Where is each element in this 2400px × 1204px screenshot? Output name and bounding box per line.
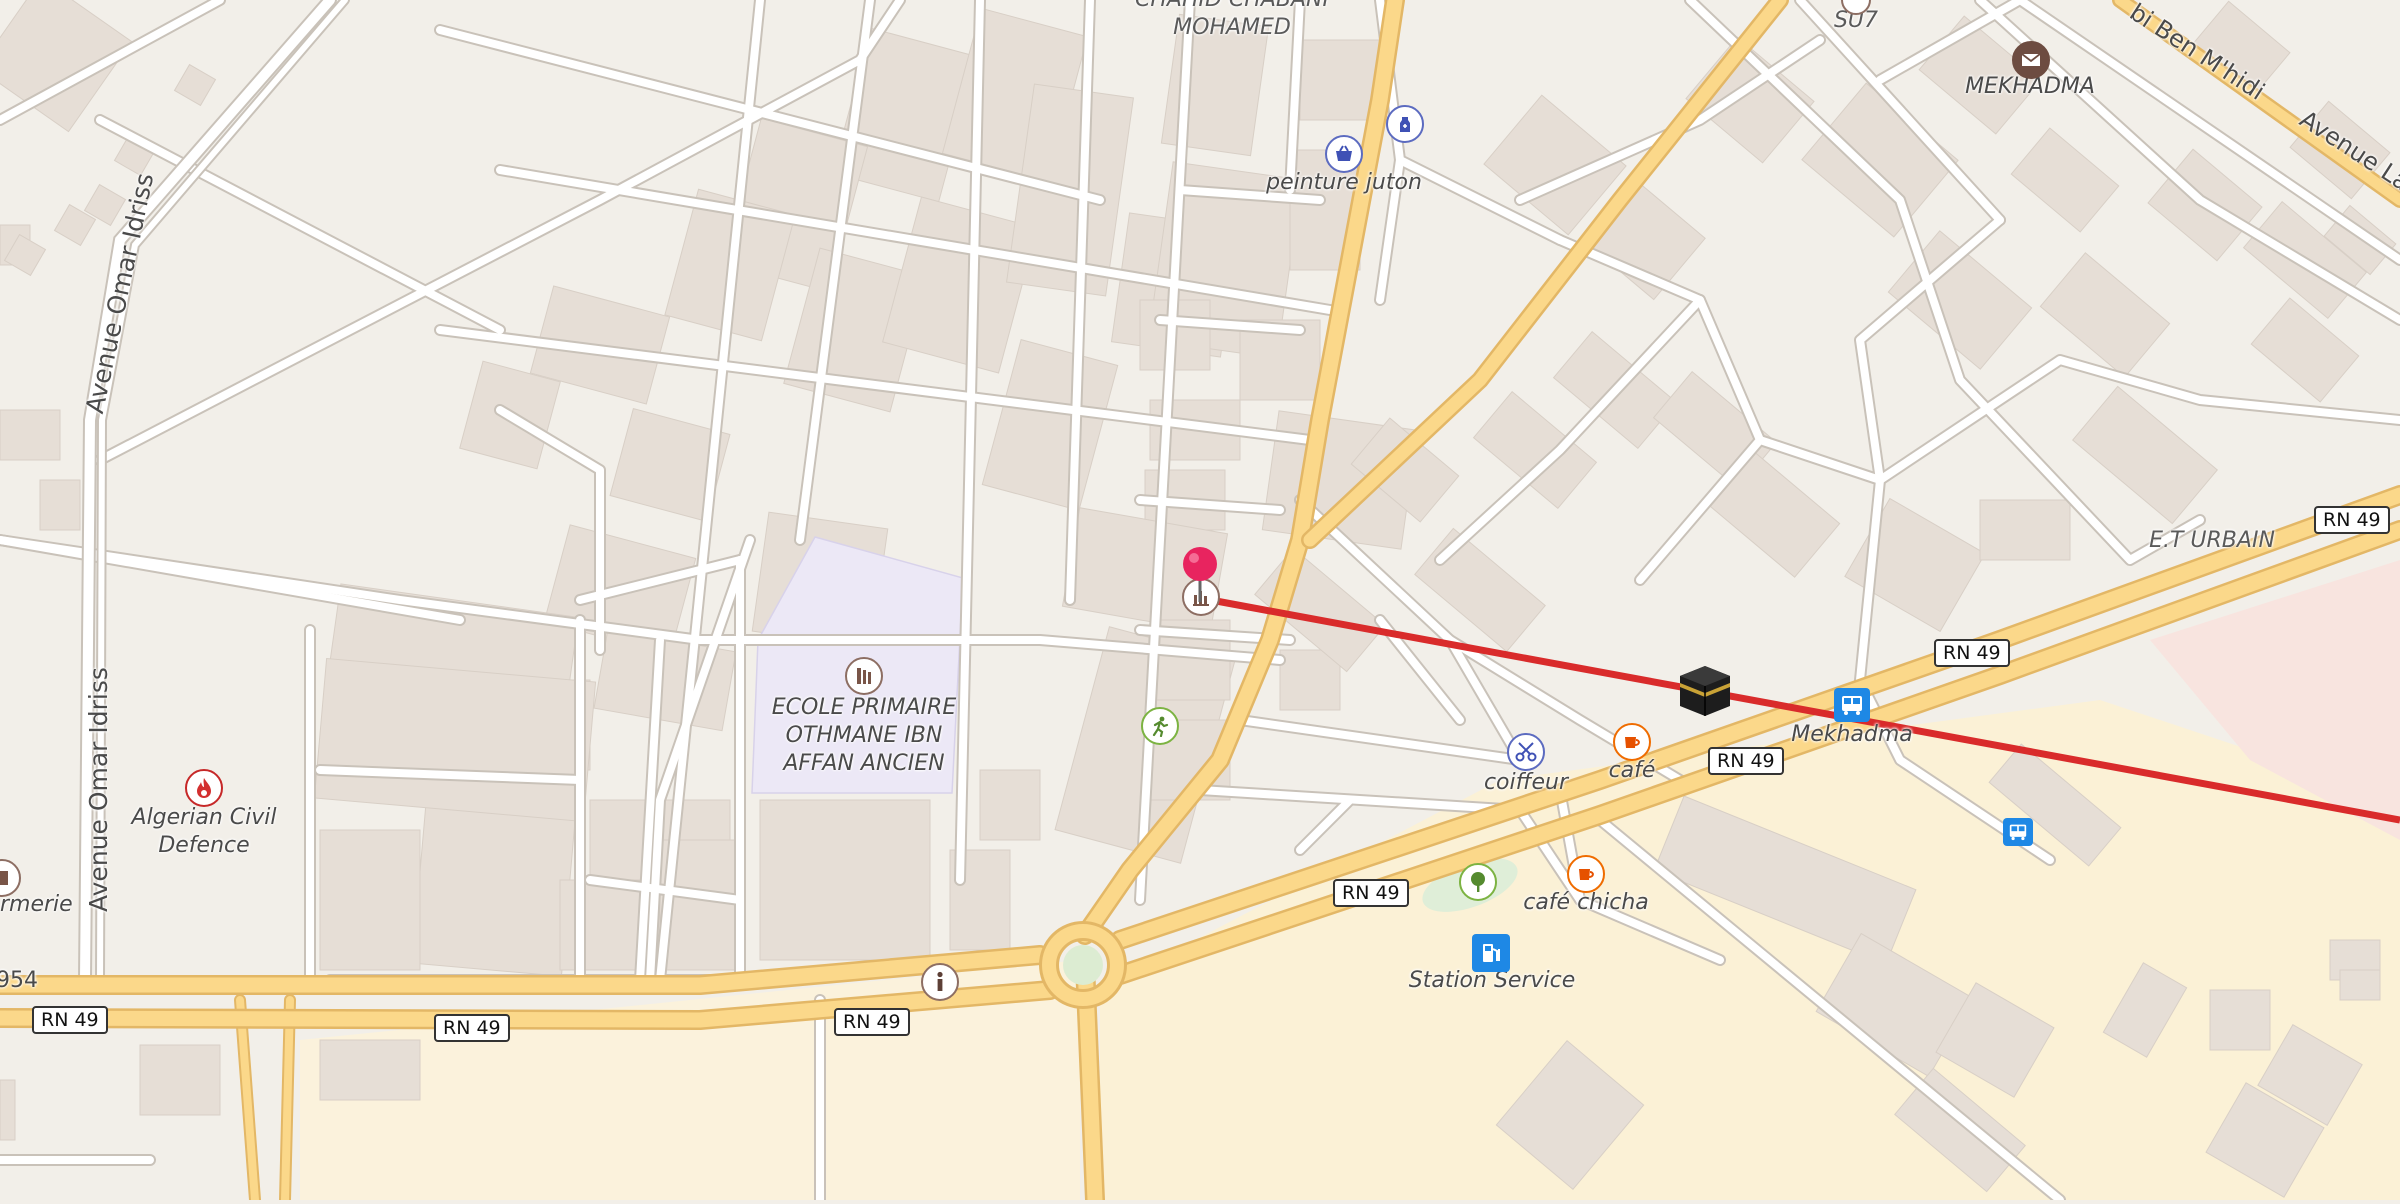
road-shield-rn49: RN 49 (434, 1014, 510, 1042)
road-shield-rn49: RN 49 (1708, 747, 1784, 775)
place-label-peinture-juton: peinture juton (1266, 170, 1422, 195)
road-shield-rn49: RN 49 (1333, 879, 1409, 907)
mosque-kaaba-icon[interactable] (1676, 662, 1734, 720)
hairdresser-icon[interactable] (1507, 733, 1545, 771)
road-shield-rn49: RN 49 (2314, 506, 2390, 534)
street-label-omar-idriss-bottom: Avenue Omar Idriss (84, 667, 113, 912)
place-label-chahid-chabani: CHAHID CHABANI MOHAMED (1135, 0, 1329, 40)
fuel-icon[interactable] (1472, 934, 1510, 972)
map-view[interactable]: Avenue Omar Idriss Avenue Omar Idriss bi… (0, 0, 2400, 1204)
place-label-coiffeur: coiffeur (1483, 770, 1569, 795)
fire-station-icon[interactable] (185, 769, 223, 807)
place-label-ecole: ECOLE PRIMAIRE OTHMANE IBN AFFAN ANCIEN (771, 695, 957, 776)
park-icon[interactable] (1459, 863, 1497, 901)
school-icon[interactable] (845, 657, 883, 695)
marker-pin-icon[interactable] (1180, 546, 1220, 602)
place-label-mekhadma-bus: Mekhadma (1791, 722, 1913, 747)
place-label-pharmacie: rmerie (0, 892, 73, 917)
cafe-icon[interactable] (1567, 855, 1605, 893)
road-shield-rn49: RN 49 (834, 1008, 910, 1036)
shopping-basket-icon[interactable] (1325, 135, 1363, 173)
road-shield-rn49: RN 49 (32, 1006, 108, 1034)
road-ref-partial: 954 (0, 968, 38, 993)
bus-stop-icon[interactable] (1834, 688, 1870, 722)
road-shield-rn49: RN 49 (1934, 639, 2010, 667)
sports-icon[interactable] (1141, 707, 1179, 745)
place-label-et-urbain: E.T URBAIN (2149, 528, 2275, 553)
bus-stop-icon[interactable] (2003, 818, 2033, 846)
place-label-civil-defence: Algerian Civil Defence (131, 805, 277, 858)
place-label-cafe-chicha: café chicha (1523, 890, 1649, 915)
pharmacy-icon[interactable] (1386, 105, 1424, 143)
post-office-icon[interactable] (2012, 41, 2050, 79)
place-label-cafe: café (1608, 758, 1656, 783)
cafe-icon[interactable] (1613, 723, 1651, 761)
information-icon[interactable] (921, 963, 959, 1001)
